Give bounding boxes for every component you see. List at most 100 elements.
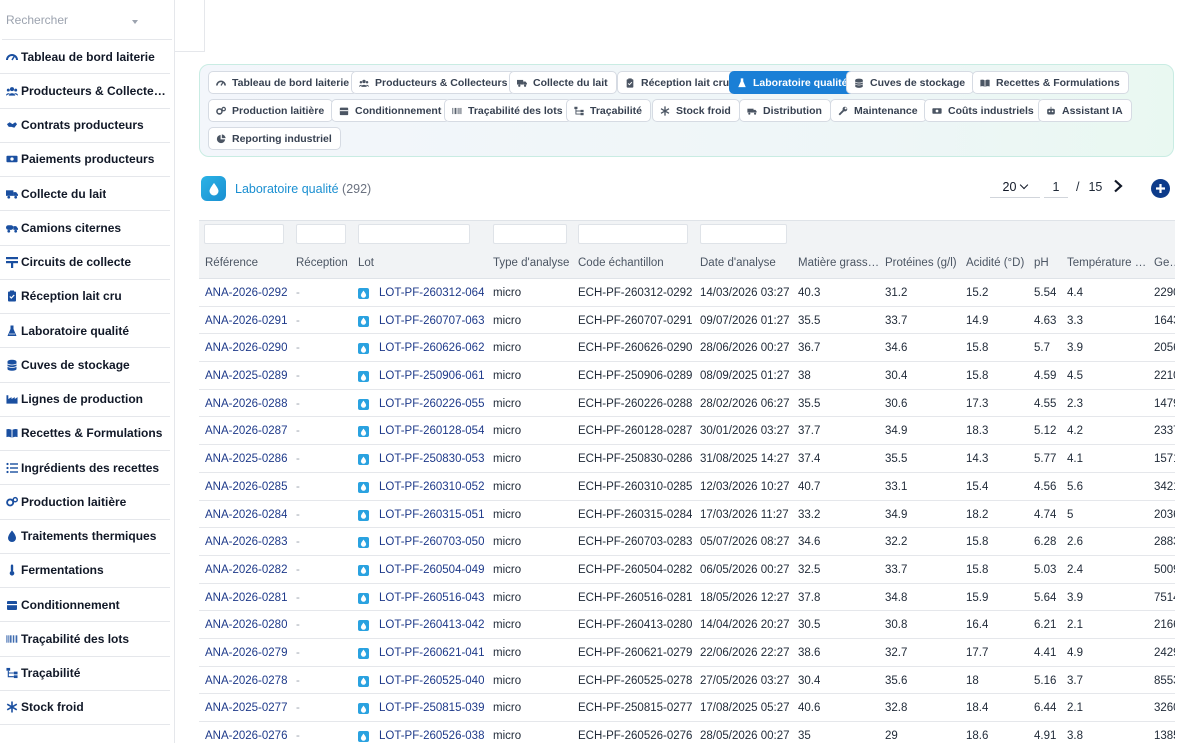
reference-link[interactable]: ANA-2026-0276 [205,730,287,742]
next-page-icon[interactable] [1113,179,1123,193]
sidebar-item-conditionnement[interactable]: Conditionnement [0,588,170,623]
column-header-code-echantillon[interactable]: Code échantillon [578,257,664,269]
lot-link[interactable]: LOT-PF-260516-043 [379,592,484,604]
tab-reception-lait-cru[interactable]: Réception lait cru [617,71,739,94]
lot-link[interactable]: LOT-PF-260526-038 [379,730,484,742]
table-row[interactable]: ANA-2026-0278- LOT-PF-260525-040 micro ECH-… [199,667,1175,695]
tab-distribution[interactable]: Distribution [739,99,831,122]
tab-couts-industriels[interactable]: Coûts industriels [924,99,1043,122]
reference-link[interactable]: ANA-2025-0286 [205,453,287,465]
reference-link[interactable]: ANA-2026-0288 [205,398,287,410]
tab-laboratoire-qualite[interactable]: Laboratoire qualité [729,71,857,94]
column-filter-input[interactable] [493,224,567,244]
reference-link[interactable]: ANA-2026-0280 [205,619,287,631]
lot-link[interactable]: LOT-PF-260621-041 [379,647,484,659]
column-header-matiere-grasse-g-l[interactable]: Matière grasse (g/l) [798,257,880,269]
reference-link[interactable]: ANA-2026-0292 [205,287,287,299]
sidebar-item-collecte-du-lait[interactable]: Collecte du lait [0,177,170,212]
sidebar-item-contrats-producteurs[interactable]: Contrats producteurs [0,109,170,143]
table-row[interactable]: ANA-2026-0282- LOT-PF-260504-049 micro ECH-… [199,556,1175,584]
table-row[interactable]: ANA-2026-0281- LOT-PF-260516-043 micro ECH-… [199,584,1175,612]
table-row[interactable]: ANA-2026-0288- LOT-PF-260226-055 micro ECH-… [199,390,1175,418]
sidebar-item-traitements-thermiques[interactable]: Traitements thermiques [0,520,170,554]
tab-production-laitiere[interactable]: Production laitière [208,99,334,122]
reference-link[interactable]: ANA-2025-0277 [205,702,287,714]
column-header-germes[interactable]: Germes [1154,257,1175,269]
sidebar-item-laboratoire-qualite[interactable]: Laboratoire qualité [0,314,170,349]
lot-link[interactable]: LOT-PF-260128-054 [379,425,484,437]
sidebar-item-circuits-de-collecte[interactable]: Circuits de collecte [0,246,170,280]
column-header-temperature-c[interactable]: Température (°C) [1067,257,1149,269]
tab-cuves-de-stockage[interactable]: Cuves de stockage [846,71,975,94]
reference-link[interactable]: ANA-2026-0283 [205,536,287,548]
sidebar-item-stock-froid[interactable]: Stock froid [0,691,170,725]
sidebar-item-camions-citernes[interactable]: Camions citernes [0,211,170,246]
tab-producteurs-collecteurs[interactable]: Producteurs & Collecteurs [351,71,517,94]
reference-link[interactable]: ANA-2026-0290 [205,342,287,354]
table-row[interactable]: ANA-2026-0276- LOT-PF-260526-038 micro ECH-… [199,722,1175,743]
tab-reporting-industriel[interactable]: Reporting industriel [208,127,341,150]
column-header-ph[interactable]: pH [1034,257,1049,269]
sidebar-item-lignes-de-production[interactable]: Lignes de production [0,383,170,417]
tab-collecte-du-lait[interactable]: Collecte du lait [509,71,617,94]
page-size-select[interactable]: 20 [990,176,1040,198]
sidebar-item-tracabilite[interactable]: Traçabilité [0,657,170,691]
reference-link[interactable]: ANA-2026-0282 [205,564,287,576]
column-filter-input[interactable] [700,224,787,244]
lot-link[interactable]: LOT-PF-260315-051 [379,509,484,521]
column-filter-input[interactable] [296,224,346,244]
sidebar-item-tableau-de-bord-laiterie[interactable]: Tableau de bord laiterie [0,40,170,75]
lot-link[interactable]: LOT-PF-250906-061 [379,370,484,382]
lot-link[interactable]: LOT-PF-260413-042 [379,619,484,631]
search-input[interactable] [6,12,126,27]
table-row[interactable]: ANA-2025-0277- LOT-PF-250815-039 micro ECH-… [199,694,1175,722]
tab-tableau-de-bord-laiterie[interactable]: Tableau de bord laiterie [208,71,359,94]
reference-link[interactable]: ANA-2026-0279 [205,647,287,659]
lot-link[interactable]: LOT-PF-260525-040 [379,675,484,687]
reference-link[interactable]: ANA-2026-0291 [205,315,287,327]
sidebar-item-tracabilite-des-lots[interactable]: Traçabilité des lots [0,622,170,657]
column-filter-input[interactable] [578,224,688,244]
reference-link[interactable]: ANA-2026-0281 [205,592,287,604]
tab-assistant-ia[interactable]: Assistant IA [1038,99,1132,122]
tab-tracabilite-des-lots[interactable]: Traçabilité des lots [444,99,572,122]
column-header-lot[interactable]: Lot [358,257,374,269]
column-header-proteines-g-l[interactable]: Protéines (g/l) [885,257,957,269]
sidebar-item-cuves-de-stockage[interactable]: Cuves de stockage [0,348,170,383]
add-record-button[interactable] [1151,179,1170,198]
column-header-acidite-d[interactable]: Acidité (°D) [966,257,1024,269]
sidebar-item-fermentations[interactable]: Fermentations [0,554,170,588]
table-row[interactable]: ANA-2025-0286- LOT-PF-250830-053 micro ECH-… [199,445,1175,473]
column-header-date-d-analyse[interactable]: Date d'analyse [700,257,776,269]
sidebar-item-paiements-producteurs[interactable]: Paiements producteurs [0,143,170,177]
lot-link[interactable]: LOT-PF-250815-039 [379,702,484,714]
column-header-reference[interactable]: Référence [205,257,258,269]
lot-link[interactable]: LOT-PF-260626-062 [379,342,484,354]
chevron-down-icon[interactable] [132,20,138,24]
lot-link[interactable]: LOT-PF-260707-063 [379,315,484,327]
table-row[interactable]: ANA-2026-0292- LOT-PF-260312-064 micro ECH-… [199,279,1175,307]
reference-link[interactable]: ANA-2026-0278 [205,675,287,687]
tab-tracabilite[interactable]: Traçabilité [566,99,651,122]
sidebar-item-producteurs-collecteurs[interactable]: Producteurs & Collecteurs [0,74,170,109]
reference-link[interactable]: ANA-2026-0287 [205,425,287,437]
table-row[interactable]: ANA-2026-0284- LOT-PF-260315-051 micro ECH-… [199,501,1175,529]
column-filter-input[interactable] [204,224,284,244]
lot-link[interactable]: LOT-PF-260504-049 [379,564,484,576]
tab-maintenance[interactable]: Maintenance [830,99,927,122]
table-row[interactable]: ANA-2026-0290- LOT-PF-260626-062 micro ECH-… [199,334,1175,363]
column-header-type-d-analyse[interactable]: Type d'analyse [493,257,569,269]
table-row[interactable]: ANA-2026-0287- LOT-PF-260128-054 micro ECH-… [199,417,1175,446]
lot-link[interactable]: LOT-PF-260312-064 [379,287,484,299]
sidebar-item-reception-lait-cru[interactable]: Réception lait cru [0,280,170,314]
column-header-reception[interactable]: Réception [296,257,348,269]
table-row[interactable]: ANA-2026-0283- LOT-PF-260703-050 micro ECH-… [199,528,1175,556]
table-row[interactable]: ANA-2025-0289- LOT-PF-250906-061 micro ECH-… [199,362,1175,390]
tab-stock-froid[interactable]: Stock froid [652,99,740,122]
reference-link[interactable]: ANA-2026-0284 [205,509,287,521]
sidebar-item-recettes-formulations[interactable]: Recettes & Formulations [0,417,170,451]
current-page-input[interactable]: 1 [1044,176,1068,198]
reference-link[interactable]: ANA-2025-0289 [205,370,287,382]
tab-conditionnement[interactable]: Conditionnement [331,99,451,122]
lot-link[interactable]: LOT-PF-260226-055 [379,398,484,410]
